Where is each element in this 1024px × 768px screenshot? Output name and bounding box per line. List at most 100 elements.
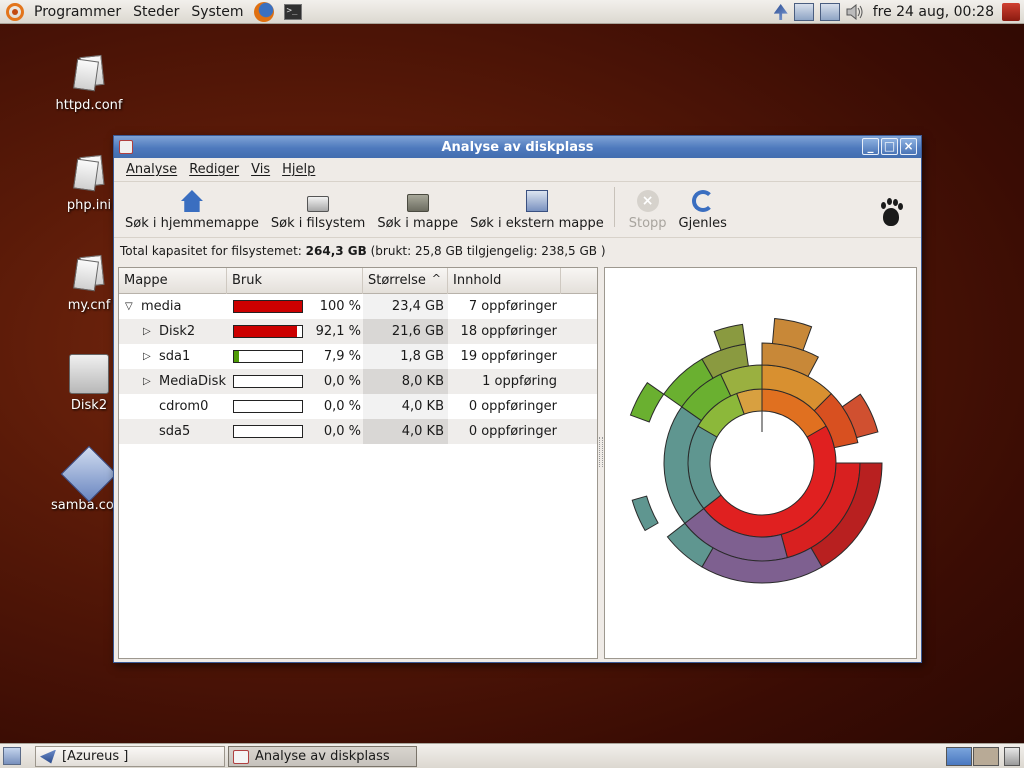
folder-name: sda1 bbox=[159, 349, 191, 364]
file-icon bbox=[69, 254, 109, 294]
disk-usage-app-icon bbox=[233, 749, 249, 764]
folder-name: Disk2 bbox=[159, 324, 196, 339]
folder-name: media bbox=[141, 299, 182, 314]
trash-icon[interactable] bbox=[1004, 747, 1020, 766]
capacity-total: 264,3 GB bbox=[305, 244, 367, 258]
file-icon bbox=[69, 54, 109, 94]
expander-collapsed-icon[interactable]: ▷ bbox=[143, 326, 153, 337]
folder-size: 4,0 KB bbox=[363, 419, 448, 444]
expander-expanded-icon[interactable]: ▽ bbox=[125, 301, 135, 312]
capacity-detail: (brukt: 25,8 GB tilgjengelig: 238,5 GB ) bbox=[370, 244, 606, 258]
task-disk-usage-analyzer[interactable]: Analyse av diskplass bbox=[228, 746, 417, 767]
harddisk-icon bbox=[307, 196, 330, 212]
tree-rows: ▽ media 100 % 23,4 GB 7 oppføringer ▷ Disk2 92,… bbox=[119, 294, 597, 444]
usage-bar bbox=[233, 300, 303, 313]
window-app-icon[interactable] bbox=[119, 140, 133, 154]
folder-icon bbox=[406, 194, 429, 212]
menu-system[interactable]: System bbox=[185, 0, 249, 24]
firefox-launcher-icon[interactable] bbox=[253, 1, 274, 22]
column-header-contents[interactable]: Innhold bbox=[448, 268, 561, 294]
network-icon bbox=[525, 190, 548, 212]
scan-home-label: Søk i hjemmemappe bbox=[125, 216, 259, 231]
gnome-foot-icon bbox=[877, 198, 903, 226]
scan-home-button[interactable]: Søk i hjemmemappe bbox=[119, 190, 265, 231]
task-label: [Azureus ] bbox=[62, 749, 129, 764]
menu-analyse[interactable]: Analyse bbox=[120, 162, 183, 177]
scan-filesystem-button[interactable]: Søk i filsystem bbox=[265, 190, 371, 231]
folder-tree[interactable]: Mappe Bruk Størrelse ^ Innhold ▽ media 100… bbox=[118, 267, 598, 659]
table-row[interactable]: ▷ Disk2 92,1 % 21,6 GB 18 oppføringer bbox=[119, 319, 597, 344]
folder-size: 8,0 KB bbox=[363, 369, 448, 394]
menu-places[interactable]: Steder bbox=[127, 0, 185, 24]
usage-bar bbox=[233, 425, 303, 438]
samba-config-icon bbox=[60, 445, 118, 503]
tree-header: Mappe Bruk Størrelse ^ Innhold bbox=[119, 268, 597, 294]
folder-name: cdrom0 bbox=[159, 399, 209, 414]
reload-icon bbox=[691, 190, 714, 212]
scan-filesystem-label: Søk i filsystem bbox=[270, 216, 366, 231]
ring-segment[interactable] bbox=[629, 382, 665, 423]
ring-segment[interactable] bbox=[631, 495, 659, 532]
network-monitor-icon[interactable] bbox=[819, 3, 840, 21]
minimize-button[interactable]: _ bbox=[862, 138, 879, 155]
expander-collapsed-icon[interactable]: ▷ bbox=[143, 376, 153, 387]
ubuntu-logo-icon[interactable] bbox=[6, 2, 24, 21]
clock[interactable]: fre 24 aug, 00:28 bbox=[867, 4, 1002, 20]
column-header-usage[interactable]: Bruk bbox=[227, 268, 363, 294]
volume-icon[interactable] bbox=[846, 4, 864, 20]
stop-label: Stopp bbox=[628, 216, 667, 231]
scan-folder-button[interactable]: Søk i mappe bbox=[371, 190, 464, 231]
usage-percent: 0,0 % bbox=[323, 374, 361, 389]
reload-button[interactable]: Gjenles bbox=[673, 190, 733, 231]
capacity-prefix: Total kapasitet for filsystemet: bbox=[120, 244, 302, 258]
usage-bar bbox=[233, 325, 303, 338]
show-desktop-icon[interactable] bbox=[3, 747, 21, 765]
folder-contents: 0 oppføringer bbox=[468, 424, 557, 439]
menubar: Analyse Rediger Vis Hjelp bbox=[114, 158, 921, 182]
table-row[interactable]: cdrom0 0,0 % 4,0 KB 0 oppføringer bbox=[119, 394, 597, 419]
folder-contents: 18 oppføringer bbox=[460, 324, 557, 339]
terminal-launcher-icon[interactable]: >_ bbox=[283, 3, 302, 20]
maximize-button[interactable]: □ bbox=[881, 138, 898, 155]
ring-chart-pane[interactable] bbox=[604, 267, 917, 659]
logout-icon[interactable] bbox=[1002, 3, 1020, 21]
usage-percent: 100 % bbox=[319, 299, 361, 314]
menu-help[interactable]: Hjelp bbox=[276, 162, 321, 177]
expander-collapsed-icon[interactable]: ▷ bbox=[143, 351, 153, 362]
window-titlebar[interactable]: Analyse av diskplass _ □ × bbox=[114, 136, 921, 158]
menu-view[interactable]: Vis bbox=[245, 162, 276, 177]
column-header-folder[interactable]: Mappe bbox=[119, 268, 227, 294]
close-button[interactable]: × bbox=[900, 138, 917, 155]
column-header-size-label: Størrelse bbox=[368, 273, 426, 288]
menu-applications[interactable]: Programmer bbox=[28, 0, 127, 24]
task-azureus[interactable]: [Azureus ] bbox=[35, 746, 225, 767]
window-title: Analyse av diskplass bbox=[441, 139, 594, 155]
table-row[interactable]: ▷ sda1 7,9 % 1,8 GB 19 oppføringer bbox=[119, 344, 597, 369]
folder-contents: 0 oppføringer bbox=[468, 399, 557, 414]
desktop-icon-httpd-conf[interactable]: httpd.conf bbox=[44, 54, 134, 113]
scan-remote-folder-button[interactable]: Søk i ekstern mappe bbox=[464, 190, 610, 231]
workspace-1[interactable] bbox=[946, 747, 972, 766]
toolbar-separator bbox=[613, 186, 615, 227]
top-panel: Programmer Steder System >_ fre 24 aug, … bbox=[0, 0, 1024, 24]
pane-resize-handle[interactable] bbox=[599, 437, 603, 467]
folder-size: 1,8 GB bbox=[363, 344, 448, 369]
disk-usage-analyzer-window: Analyse av diskplass _ □ × Analyse Redig… bbox=[113, 135, 922, 663]
table-row[interactable]: ▷ MediaDisk 0,0 % 8,0 KB 1 oppføring bbox=[119, 369, 597, 394]
system-tray: fre 24 aug, 00:28 bbox=[771, 0, 1024, 24]
network-icon[interactable] bbox=[793, 3, 814, 21]
menu-edit[interactable]: Rediger bbox=[183, 162, 245, 177]
workspace-2[interactable] bbox=[973, 747, 999, 766]
table-row[interactable]: ▽ media 100 % 23,4 GB 7 oppføringer bbox=[119, 294, 597, 319]
usage-percent: 0,0 % bbox=[323, 424, 361, 439]
expander-collapsed-icon bbox=[143, 402, 153, 412]
stop-icon: × bbox=[636, 190, 659, 212]
ring-chart[interactable] bbox=[605, 268, 916, 658]
toolbar: Søk i hjemmemappe Søk i filsystem Søk i … bbox=[114, 182, 921, 238]
stop-button[interactable]: × Stopp bbox=[623, 190, 673, 231]
table-row[interactable]: sda5 0,0 % 4,0 KB 0 oppføringer bbox=[119, 419, 597, 444]
content-panes: Mappe Bruk Størrelse ^ Innhold ▽ media 100… bbox=[118, 267, 917, 659]
update-notifier-icon[interactable] bbox=[773, 4, 788, 20]
usage-bar bbox=[233, 350, 303, 363]
column-header-size[interactable]: Størrelse ^ bbox=[363, 268, 448, 294]
